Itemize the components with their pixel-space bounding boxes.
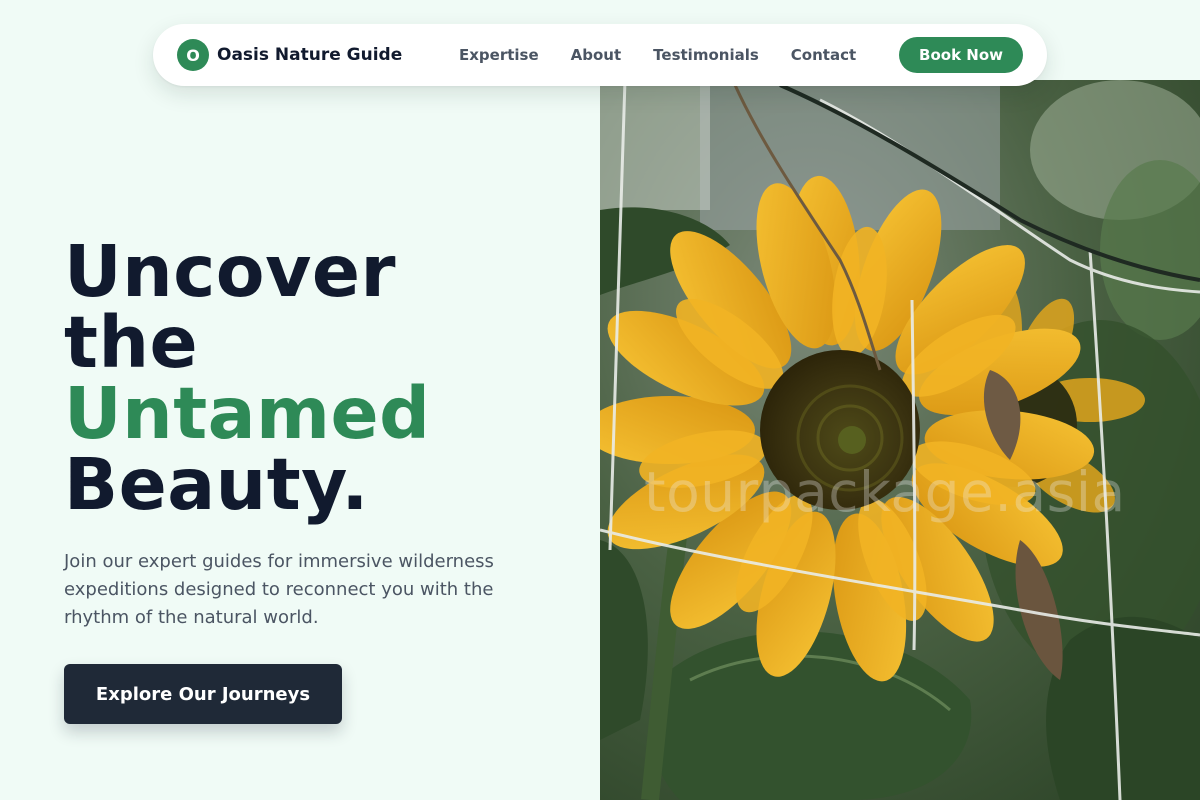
explore-journeys-button[interactable]: Explore Our Journeys <box>64 664 342 724</box>
hero-subtitle: Join our expert guides for immersive wil… <box>64 551 494 628</box>
brand[interactable]: O Oasis Nature Guide <box>177 39 459 71</box>
hero-sunflower-image: tourpackage.asia <box>600 80 1200 800</box>
nav-link-expertise[interactable]: Expertise <box>459 46 539 64</box>
book-now-button[interactable]: Book Now <box>899 37 1023 73</box>
sunflower-illustration <box>600 80 1200 800</box>
hero-title-line-4: Beauty. <box>64 443 369 526</box>
top-navbar: O Oasis Nature Guide Expertise About Tes… <box>153 24 1047 86</box>
brand-logo-icon: O <box>177 39 209 71</box>
nav-link-testimonials[interactable]: Testimonials <box>653 46 759 64</box>
nav-link-contact[interactable]: Contact <box>791 46 856 64</box>
nav-links: Expertise About Testimonials Contact <box>459 46 856 64</box>
brand-name: Oasis Nature Guide <box>217 45 403 65</box>
watermark-text: tourpackage.asia <box>644 460 1126 524</box>
hero-title-accent: Untamed <box>64 372 431 455</box>
hero-title-line-1: Uncover <box>64 230 397 313</box>
nav-link-about[interactable]: About <box>571 46 622 64</box>
hero-title: Uncover the Untamed Beauty. <box>64 236 431 520</box>
hero-title-line-2: the <box>64 301 199 384</box>
